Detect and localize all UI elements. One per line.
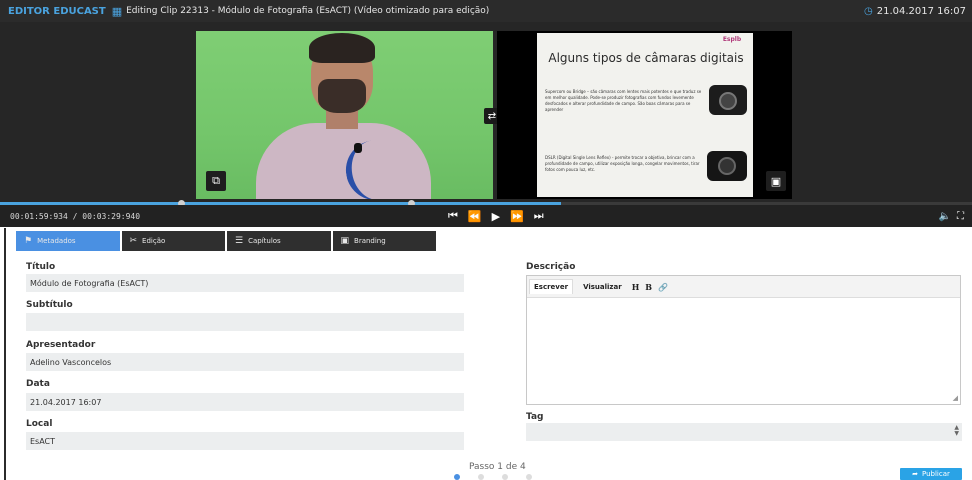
slide-content: Esplb Alguns tipos de câmaras digitais S…	[537, 33, 753, 197]
layers-icon: ☰	[235, 236, 244, 246]
image-icon: ▣	[340, 236, 350, 246]
tab-label: Edição	[142, 237, 166, 245]
preview-tab[interactable]: Visualizar	[579, 280, 626, 294]
descricao-label: Descrição	[526, 262, 576, 272]
rewind-icon[interactable]: ⏪	[468, 210, 482, 223]
step-indicator: Passo 1 de 4	[469, 462, 526, 472]
slide-bullet-2: DSLR (Digital Single Lens Reflex) - perm…	[545, 155, 700, 172]
time-display: 00:01:59:934 / 00:03:29:940	[10, 211, 141, 221]
play-icon[interactable]: ▶	[492, 210, 500, 223]
tab-metadados[interactable]: ⚑ Metadados	[16, 231, 120, 251]
slide-video[interactable]: Esplb Alguns tipos de câmaras digitais S…	[497, 31, 792, 199]
volume-icon[interactable]: 🔈	[939, 211, 951, 222]
film-icon: ▦	[111, 4, 123, 18]
tab-bar: ⚑ Metadados ✂ Edição ☰ Capítulos ▣ Brand…	[16, 231, 436, 251]
clock-icon: ◷	[864, 5, 873, 17]
step-dot[interactable]	[502, 474, 508, 480]
resize-handle-icon[interactable]: ◢	[953, 394, 958, 402]
tag-icon: ⚑	[24, 236, 33, 246]
tab-branding[interactable]: ▣ Branding	[332, 231, 436, 251]
editor-toolbar: Escrever Visualizar H B 🔗	[527, 276, 960, 298]
skip-start-icon[interactable]: ⏮	[448, 209, 458, 223]
right-controls: 🔈 ⛶	[939, 205, 964, 227]
slide-title: Alguns tipos de câmaras digitais	[548, 51, 744, 65]
fullscreen-icon[interactable]: ⛶	[957, 211, 964, 222]
datetime-display: ◷ 21.04.2017 16:07	[864, 0, 966, 22]
slide-bullet-1: Supercom ou Bridge – são câmaras com len…	[545, 89, 702, 112]
local-field[interactable]: EsACT	[26, 432, 464, 450]
step-dots	[454, 474, 532, 480]
tag-label: Tag	[526, 412, 544, 422]
apresentador-field[interactable]: Adelino Vasconcelos	[26, 353, 464, 371]
description-editor[interactable]: Escrever Visualizar H B 🔗 ◢	[526, 275, 961, 405]
publish-button[interactable]: ➦ Publicar	[900, 468, 962, 480]
player-controls: 00:01:59:934 / 00:03:29:940 ⏮ ⏪ ▶ ⏩ ⏭ 🔈 …	[0, 205, 972, 227]
share-icon: ➦	[912, 470, 918, 478]
datetime-text: 21.04.2017 16:07	[876, 5, 966, 17]
top-bar: EDITOR EDUCAST ▦ Editing Clip 22313 - Mó…	[0, 0, 972, 22]
educast-editor: EDITOR EDUCAST ▦ Editing Clip 22313 - Mó…	[0, 0, 972, 480]
bold-button[interactable]: B	[645, 282, 652, 292]
panel-border	[4, 228, 6, 480]
tab-label: Branding	[354, 237, 386, 245]
data-field[interactable]: 21.04.2017 16:07	[26, 393, 464, 411]
image-icon[interactable]: ▣	[766, 171, 786, 191]
presenter-video[interactable]: ⧉	[196, 31, 493, 199]
app-brand: EDITOR EDUCAST	[8, 5, 106, 17]
bridge-camera-image	[709, 85, 747, 115]
tab-label: Capítulos	[248, 237, 281, 245]
clip-title: Editing Clip 22313 - Módulo de Fotografi…	[126, 6, 490, 16]
publish-label: Publicar	[921, 470, 950, 478]
titulo-label: Título	[26, 262, 56, 272]
link-icon[interactable]: 🔗	[658, 282, 668, 292]
presenter-hair	[309, 33, 375, 63]
heading-button[interactable]: H	[632, 282, 640, 292]
step-dot[interactable]	[454, 474, 460, 480]
dslr-camera-image	[707, 151, 747, 181]
subtitulo-field[interactable]	[26, 313, 464, 331]
tab-capitulos[interactable]: ☰ Capítulos	[227, 231, 331, 251]
presenter-body	[256, 123, 431, 199]
tag-select-arrows-icon[interactable]: ▲ ▼	[954, 425, 959, 437]
local-label: Local	[26, 419, 53, 429]
write-tab[interactable]: Escrever	[529, 279, 574, 294]
fast-forward-icon[interactable]: ⏩	[510, 210, 524, 223]
tag-field[interactable]: ▲ ▼	[526, 423, 962, 441]
presenter-beard	[318, 79, 366, 113]
microphone	[354, 143, 362, 153]
apresentador-label: Apresentador	[26, 340, 96, 350]
video-area: ⧉ ⇄ Esplb Alguns tipos de câmaras digita…	[0, 22, 972, 202]
slide-logo: Esplb	[722, 36, 742, 43]
skip-end-icon[interactable]: ⏭	[534, 209, 544, 223]
step-dot[interactable]	[526, 474, 532, 480]
pip-icon[interactable]: ⧉	[206, 171, 226, 191]
data-label: Data	[26, 379, 50, 389]
tab-label: Metadados	[37, 237, 76, 245]
transport-controls: ⏮ ⏪ ▶ ⏩ ⏭	[448, 205, 544, 227]
titulo-field[interactable]: Módulo de Fotografia (EsACT)	[26, 274, 464, 292]
subtitulo-label: Subtítulo	[26, 300, 73, 310]
step-dot[interactable]	[478, 474, 484, 480]
scissors-icon: ✂	[129, 236, 138, 246]
tab-edicao[interactable]: ✂ Edição	[121, 231, 225, 251]
